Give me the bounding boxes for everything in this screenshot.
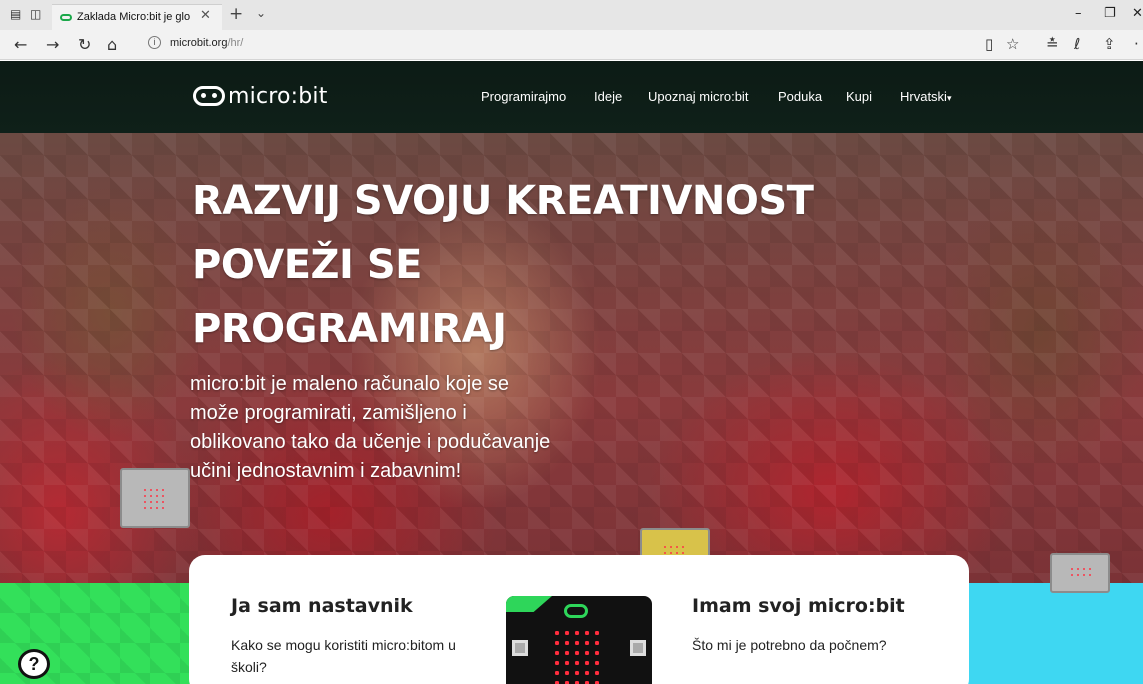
home-icon[interactable]: ⌂ <box>107 35 117 54</box>
nav-ideje[interactable]: Ideje <box>594 89 622 104</box>
button-b-icon <box>630 640 646 656</box>
new-tab-icon[interactable]: + <box>229 4 243 24</box>
reading-view-icon[interactable]: ▯ <box>985 35 993 53</box>
microbit-device-image <box>1050 553 1110 593</box>
favorites-list-icon[interactable]: ≛ <box>1046 35 1059 53</box>
owner-text[interactable]: Što mi je potrebno da počnem? <box>692 634 892 656</box>
board-corner <box>506 596 552 612</box>
teacher-text[interactable]: Kako se mogu koristiti micro:bitom u ško… <box>231 634 493 678</box>
refresh-icon[interactable]: ↻ <box>78 35 91 54</box>
url-path: /hr/ <box>227 37 244 49</box>
browser-tab[interactable]: Zaklada Micro:bit je glo ✕ <box>52 4 222 30</box>
tab-preview-icon[interactable]: ◫ <box>30 7 41 21</box>
nav-language-label: Hrvatski <box>900 89 947 104</box>
address-bar: ← → ↻ ⌂ i microbit.org/hr/ ▯ ☆ ≛ ℓ ⇪ · <box>0 30 1143 60</box>
minimize-icon[interactable]: – <box>1075 6 1082 21</box>
forward-icon[interactable]: → <box>46 35 59 54</box>
hero-headline: RAZVIJ SVOJU KREATIVNOST POVEŽI SE PROGR… <box>192 169 814 361</box>
audience-card: Ja sam nastavnik Kako se mogu koristiti … <box>189 555 969 684</box>
microbit-device-image <box>120 468 190 528</box>
button-a-icon <box>512 640 528 656</box>
nav-upoznaj[interactable]: Upoznaj micro:bit <box>648 89 748 104</box>
board-logo-icon <box>564 604 588 618</box>
url-text: microbit.org/hr/ <box>170 37 243 49</box>
close-tab-icon[interactable]: ✕ <box>200 8 211 23</box>
chevron-down-icon[interactable]: ⌄ <box>256 6 266 20</box>
nav-language-dropdown[interactable]: Hrvatski▾ <box>900 89 951 104</box>
tab-title: Zaklada Micro:bit je glo <box>77 11 191 23</box>
pen-notes-icon[interactable]: ℓ <box>1074 35 1080 53</box>
browser-tab-bar: ▤ ◫ Zaklada Micro:bit je glo ✕ + ⌄ – ❐ ✕ <box>0 0 1143 30</box>
owner-title[interactable]: Imam svoj micro:bit <box>692 595 905 617</box>
set-aside-tabs-icon[interactable]: ▤ <box>10 7 21 21</box>
nav-programirajmo[interactable]: Programirajmo <box>481 89 566 104</box>
help-chat-icon[interactable]: ? <box>18 649 50 679</box>
restore-icon[interactable]: ❐ <box>1104 6 1116 21</box>
url-host: microbit.org <box>170 37 228 49</box>
web-page: micro:bit Programirajmo Ideje Upoznaj mi… <box>0 61 1143 684</box>
info-icon[interactable]: i <box>148 36 161 49</box>
hero-description: micro:bit je maleno računalo koje se mož… <box>190 373 551 482</box>
caret-down-icon: ▾ <box>946 93 952 103</box>
microbit-favicon-icon <box>60 14 72 21</box>
teacher-title[interactable]: Ja sam nastavnik <box>231 595 413 617</box>
site-header: micro:bit Programirajmo Ideje Upoznaj mi… <box>0 61 1143 133</box>
logo-text: micro:bit <box>228 83 328 109</box>
favorite-star-icon[interactable]: ☆ <box>1006 35 1019 53</box>
microbit-logo[interactable]: micro:bit <box>193 83 328 109</box>
headline-line-2: POVEŽI SE <box>192 242 422 288</box>
headline-line-3: PROGRAMIRAJ <box>192 306 507 352</box>
microbit-logo-icon <box>193 86 225 106</box>
share-icon[interactable]: ⇪ <box>1103 35 1116 53</box>
nav-poduka[interactable]: Poduka <box>778 89 822 104</box>
nav-kupi[interactable]: Kupi <box>846 89 872 104</box>
url-field[interactable]: i microbit.org/hr/ <box>140 34 1010 56</box>
headline-line-1: RAZVIJ SVOJU KREATIVNOST <box>192 178 814 224</box>
microbit-board-image <box>506 596 652 684</box>
more-icon[interactable]: · <box>1134 35 1139 53</box>
led-matrix <box>552 628 602 684</box>
close-window-icon[interactable]: ✕ <box>1132 6 1143 21</box>
back-icon[interactable]: ← <box>14 35 27 54</box>
